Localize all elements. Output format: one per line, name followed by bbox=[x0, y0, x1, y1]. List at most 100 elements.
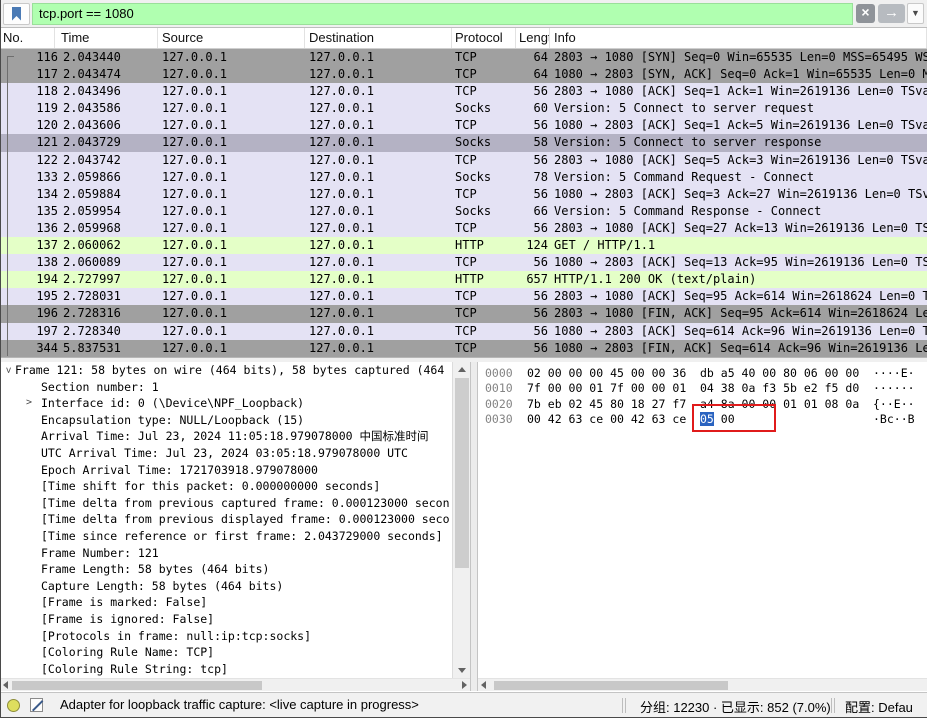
packet-protocol: Socks bbox=[452, 100, 516, 117]
filter-dropdown-button[interactable]: ▼ bbox=[907, 3, 924, 24]
packet-info: 1080 → 2803 [ACK] Seq=614 Ack=96 Win=261… bbox=[550, 323, 927, 340]
detail-line[interactable]: [Time delta from previous displayed fram… bbox=[1, 511, 452, 528]
capture-comment-icon[interactable] bbox=[30, 698, 43, 712]
hex-row[interactable]: 000002 00 00 00 45 00 00 36db a5 40 00 8… bbox=[478, 366, 927, 381]
filter-clear-button[interactable]: × bbox=[856, 4, 875, 23]
column-header-protocol[interactable]: Protocol bbox=[452, 28, 516, 48]
packet-time: 2.059954 bbox=[58, 203, 158, 220]
scroll-left-icon[interactable] bbox=[3, 681, 8, 689]
details-vertical-scrollbar[interactable] bbox=[452, 362, 470, 678]
packet-protocol: HTTP bbox=[452, 237, 516, 254]
pane-divider[interactable] bbox=[470, 362, 478, 691]
expert-info-icon[interactable] bbox=[7, 699, 20, 712]
packet-source: 127.0.0.1 bbox=[158, 134, 305, 151]
packet-list[interactable]: 1162.043440127.0.0.1127.0.0.1TCP642803 →… bbox=[0, 49, 927, 357]
hex-offset: 0010 bbox=[485, 381, 513, 396]
expand-icon[interactable]: > bbox=[26, 395, 32, 412]
packet-row[interactable]: 1212.043729127.0.0.1127.0.0.1Socks58Vers… bbox=[0, 134, 927, 151]
packet-length: 56 bbox=[516, 152, 550, 169]
packet-protocol: HTTP bbox=[452, 271, 516, 288]
detail-text: Encapsulation type: NULL/Loopback (15) bbox=[41, 413, 304, 427]
detail-text: [Time since reference or first frame: 2.… bbox=[41, 529, 443, 543]
collapse-icon[interactable]: > bbox=[1, 367, 15, 373]
packet-row[interactable]: 1192.043586127.0.0.1127.0.0.1Socks60Vers… bbox=[0, 100, 927, 117]
display-filter-input[interactable]: tcp.port == 1080 bbox=[32, 3, 853, 25]
packet-destination: 127.0.0.1 bbox=[305, 340, 452, 357]
column-header-no[interactable]: No. bbox=[0, 28, 55, 48]
packet-row[interactable]: 1222.043742127.0.0.1127.0.0.1TCP562803 →… bbox=[0, 152, 927, 169]
detail-line[interactable]: [Coloring Rule Name: TCP] bbox=[1, 644, 452, 661]
detail-line[interactable]: [Frame is ignored: False] bbox=[1, 611, 452, 628]
packet-no: 136 bbox=[0, 220, 58, 237]
hex-offset: 0030 bbox=[485, 412, 513, 427]
detail-line[interactable]: Arrival Time: Jul 23, 2024 11:05:18.9790… bbox=[1, 428, 452, 445]
packet-info: 1080 → 2803 [ACK] Seq=1 Ack=5 Win=261913… bbox=[550, 117, 927, 134]
packet-row[interactable]: 3445.837531127.0.0.1127.0.0.1TCP561080 →… bbox=[0, 340, 927, 357]
packet-destination: 127.0.0.1 bbox=[305, 237, 452, 254]
detail-line[interactable]: Frame Length: 58 bytes (464 bits) bbox=[1, 561, 452, 578]
packet-row[interactable]: 1342.059884127.0.0.1127.0.0.1TCP561080 →… bbox=[0, 186, 927, 203]
packet-row[interactable]: 1182.043496127.0.0.1127.0.0.1TCP562803 →… bbox=[0, 83, 927, 100]
detail-line[interactable]: [Time shift for this packet: 0.000000000… bbox=[1, 478, 452, 495]
detail-text: [Frame is marked: False] bbox=[41, 595, 207, 609]
detail-line[interactable]: [Time delta from previous captured frame… bbox=[1, 495, 452, 512]
packet-list-header: No. Time Source Destination Protocol Len… bbox=[0, 28, 927, 49]
hex-ascii: ······ bbox=[873, 381, 915, 396]
detail-line[interactable]: UTC Arrival Time: Jul 23, 2024 03:05:18.… bbox=[1, 445, 452, 462]
packet-time: 2.043729 bbox=[58, 134, 158, 151]
packet-details-pane[interactable]: >Frame 121: 58 bytes on wire (464 bits),… bbox=[1, 362, 452, 678]
detail-line[interactable]: Capture Length: 58 bytes (464 bits) bbox=[1, 578, 452, 595]
packet-no: 344 bbox=[0, 340, 58, 357]
packet-destination: 127.0.0.1 bbox=[305, 66, 452, 83]
packet-row[interactable]: 1352.059954127.0.0.1127.0.0.1Socks66Vers… bbox=[0, 203, 927, 220]
packet-row[interactable]: 1332.059866127.0.0.1127.0.0.1Socks78Vers… bbox=[0, 169, 927, 186]
scrollbar-thumb[interactable] bbox=[455, 378, 469, 568]
packet-no: 118 bbox=[0, 83, 58, 100]
column-header-source[interactable]: Source bbox=[158, 28, 305, 48]
packet-row[interactable]: 1162.043440127.0.0.1127.0.0.1TCP642803 →… bbox=[0, 49, 927, 66]
bytes-horizontal-scrollbar[interactable] bbox=[478, 678, 927, 691]
packet-row[interactable]: 1172.043474127.0.0.1127.0.0.1TCP641080 →… bbox=[0, 66, 927, 83]
scroll-up-icon[interactable] bbox=[458, 367, 466, 372]
packet-source: 127.0.0.1 bbox=[158, 169, 305, 186]
detail-line[interactable]: [Frame is marked: False] bbox=[1, 594, 452, 611]
packet-row[interactable]: 1952.728031127.0.0.1127.0.0.1TCP562803 →… bbox=[0, 288, 927, 305]
packet-length: 56 bbox=[516, 288, 550, 305]
detail-line[interactable]: [Coloring Rule String: tcp] bbox=[1, 661, 452, 678]
detail-line[interactable]: Encapsulation type: NULL/Loopback (15) bbox=[1, 412, 452, 429]
filter-apply-button[interactable]: → bbox=[878, 4, 905, 23]
scroll-left-icon[interactable] bbox=[481, 681, 486, 689]
packet-row[interactable]: 1362.059968127.0.0.1127.0.0.1TCP562803 →… bbox=[0, 220, 927, 237]
packet-row[interactable]: 1202.043606127.0.0.1127.0.0.1TCP561080 →… bbox=[0, 117, 927, 134]
scrollbar-thumb[interactable] bbox=[12, 681, 262, 690]
packet-row[interactable]: 1962.728316127.0.0.1127.0.0.1TCP562803 →… bbox=[0, 305, 927, 322]
packet-row[interactable]: 1382.060089127.0.0.1127.0.0.1TCP561080 →… bbox=[0, 254, 927, 271]
detail-line[interactable]: [Protocols in frame: null:ip:tcp:socks] bbox=[1, 628, 452, 645]
column-header-length[interactable]: Length bbox=[516, 28, 550, 48]
detail-line[interactable]: >Frame 121: 58 bytes on wire (464 bits),… bbox=[1, 362, 452, 379]
detail-line[interactable]: Epoch Arrival Time: 1721703918.979078000 bbox=[1, 462, 452, 479]
hex-row[interactable]: 00107f 00 00 01 7f 00 00 0104 38 0a f3 5… bbox=[478, 381, 927, 396]
packet-source: 127.0.0.1 bbox=[158, 340, 305, 357]
column-header-time[interactable]: Time bbox=[55, 28, 158, 48]
hex-ascii: ·Bc··B bbox=[873, 412, 915, 427]
detail-line[interactable]: [Time since reference or first frame: 2.… bbox=[1, 528, 452, 545]
packet-row[interactable]: 1372.060062127.0.0.1127.0.0.1HTTP124GET … bbox=[0, 237, 927, 254]
packet-info: Version: 5 Command Request - Connect bbox=[550, 169, 927, 186]
detail-line[interactable]: Frame Number: 121 bbox=[1, 545, 452, 562]
detail-line[interactable]: >Interface id: 0 (\Device\NPF_Loopback) bbox=[1, 395, 452, 412]
filter-bookmark-button[interactable] bbox=[3, 3, 30, 25]
packet-row[interactable]: 1942.727997127.0.0.1127.0.0.1HTTP657HTTP… bbox=[0, 271, 927, 288]
scrollbar-thumb[interactable] bbox=[494, 681, 728, 690]
column-header-destination[interactable]: Destination bbox=[305, 28, 452, 48]
packet-length: 64 bbox=[516, 66, 550, 83]
details-horizontal-scrollbar[interactable] bbox=[0, 678, 470, 691]
detail-line[interactable]: Section number: 1 bbox=[1, 379, 452, 396]
statusbar-divider bbox=[625, 698, 626, 713]
packet-length: 56 bbox=[516, 340, 550, 357]
packet-row[interactable]: 1972.728340127.0.0.1127.0.0.1TCP561080 →… bbox=[0, 323, 927, 340]
column-header-info[interactable]: Info bbox=[550, 28, 927, 48]
packet-info: Version: 5 Connect to server response bbox=[550, 134, 927, 151]
scroll-right-icon[interactable] bbox=[462, 681, 467, 689]
scroll-down-icon[interactable] bbox=[458, 668, 466, 673]
